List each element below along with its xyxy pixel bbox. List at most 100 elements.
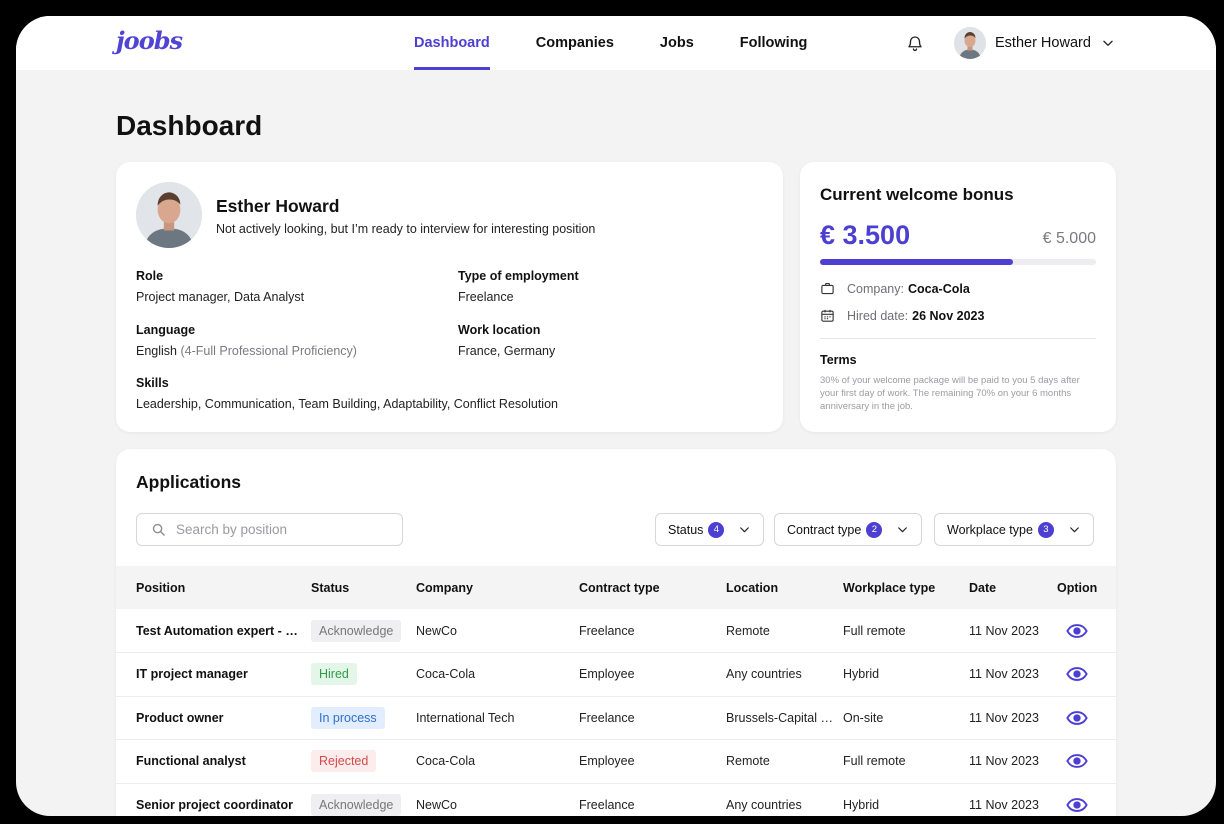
cell-date: 11 Nov 2023 (969, 783, 1057, 816)
cell-position[interactable]: Senior project coordinator (116, 783, 311, 816)
col-position[interactable]: Position (116, 566, 311, 609)
location-label: Work location (458, 323, 541, 337)
app-logo[interactable]: joobs (116, 26, 183, 55)
bonus-title: Current welcome bonus (820, 185, 1014, 204)
cell-contract: Freelance (579, 609, 726, 653)
status-badge: Acknowledge (311, 619, 402, 642)
eye-icon[interactable] (1066, 710, 1088, 726)
role-label: Role (136, 269, 164, 283)
cell-workplace: Full remote (843, 609, 969, 653)
table-row[interactable]: Test Automation expert - Freelance Ackno… (116, 609, 1116, 653)
nav-companies[interactable]: Companies (536, 16, 614, 70)
page-title: Dashboard (116, 110, 263, 141)
cell-company: NewCo (416, 783, 579, 816)
table-row[interactable]: Product owner In process International T… (116, 696, 1116, 740)
cell-date: 11 Nov 2023 (969, 696, 1057, 740)
skills-label: Skills (136, 376, 169, 390)
workplace-type-filter[interactable]: Workplace type 3 (934, 513, 1094, 546)
table-row[interactable]: Functional analyst Rejected Coca-Cola Em… (116, 739, 1116, 784)
cell-contract: Freelance (579, 783, 726, 816)
eye-icon[interactable] (1066, 753, 1088, 769)
contract-filter-count: 2 (866, 521, 883, 538)
cell-status: Acknowledge (311, 783, 416, 816)
cell-contract: Employee (579, 652, 726, 697)
language-value: English (136, 344, 177, 358)
chevron-down-icon (1070, 527, 1079, 533)
table-row[interactable]: Senior project coordinator Acknowledge N… (116, 783, 1116, 816)
status-filter-count: 4 (708, 521, 725, 538)
bonus-hired-label: Hired date: (847, 308, 909, 323)
cell-company: Coca-Cola (416, 739, 579, 784)
bonus-company-label: Company: (847, 281, 904, 296)
cell-workplace: Full remote (843, 739, 969, 784)
search-box (136, 513, 403, 546)
status-filter[interactable]: Status 4 (655, 513, 765, 546)
bonus-divider (820, 338, 1096, 339)
col-status[interactable]: Status (311, 566, 416, 609)
briefcase-icon (821, 282, 834, 295)
col-date[interactable]: Date (969, 566, 1057, 609)
cell-position[interactable]: Product owner (116, 696, 311, 740)
search-input[interactable] (176, 522, 386, 537)
bonus-company-row: Company: Coca-Cola (820, 281, 970, 296)
bonus-amount: € 3.500 (820, 220, 911, 250)
eye-icon[interactable] (1066, 666, 1088, 682)
welcome-bonus-card: Current welcome bonus € 3.500 € 5.000 Co… (800, 162, 1116, 432)
cell-company: Coca-Cola (416, 652, 579, 697)
contract-filter-label: Contract type (787, 522, 862, 537)
col-company[interactable]: Company (416, 566, 579, 609)
cell-location: Any countries (726, 652, 843, 697)
cell-position[interactable]: Functional analyst (116, 739, 311, 784)
col-workplace-type[interactable]: Workplace type (843, 566, 969, 609)
cell-option (1057, 652, 1116, 697)
nav-jobs[interactable]: Jobs (660, 16, 694, 70)
terms-text: 30% of your welcome package will be paid… (820, 375, 1080, 412)
skills-value: Leadership, Communication, Team Building… (136, 397, 558, 411)
location-field: Work location France, Germany (458, 323, 555, 358)
contract-type-filter[interactable]: Contract type 2 (774, 513, 923, 546)
status-badge: Rejected (311, 750, 377, 773)
cell-option (1057, 609, 1116, 653)
eye-icon[interactable] (1066, 623, 1088, 639)
user-menu[interactable]: Esther Howard (954, 26, 1115, 60)
status-badge: Acknowledge (311, 793, 402, 816)
bonus-progress-track (820, 259, 1096, 265)
cell-contract: Employee (579, 739, 726, 784)
chevron-down-icon (1103, 40, 1113, 46)
app-screen: joobs Dashboard Companies Jobs Following… (16, 16, 1216, 816)
bonus-hired-date: 26 Nov 2023 (912, 308, 985, 323)
employment-label: Type of employment (458, 269, 579, 283)
cell-location: Any countries (726, 783, 843, 816)
top-bar: joobs Dashboard Companies Jobs Following… (16, 16, 1216, 70)
workplace-filter-count: 3 (1037, 521, 1054, 538)
profile-status: Not actively looking, but I’m ready to i… (216, 222, 596, 236)
language-field: Language English (4-Full Professional Pr… (136, 323, 357, 358)
cell-status: Rejected (311, 739, 416, 784)
col-contract-type[interactable]: Contract type (579, 566, 726, 609)
cell-workplace: On-site (843, 696, 969, 740)
cell-status: In process (311, 696, 416, 740)
cell-position[interactable]: Test Automation expert - Freelance (116, 609, 311, 653)
cell-location: Remote (726, 609, 843, 653)
calendar-icon (821, 309, 834, 322)
nav-dashboard[interactable]: Dashboard (414, 16, 490, 70)
language-label: Language (136, 323, 196, 337)
cell-location: Brussels-Capital Region (726, 696, 843, 740)
cell-status: Hired (311, 652, 416, 697)
eye-icon[interactable] (1066, 797, 1088, 813)
cell-position[interactable]: IT project manager (116, 652, 311, 697)
cell-date: 11 Nov 2023 (969, 652, 1057, 697)
profile-card: Esther Howard Not actively looking, but … (116, 162, 783, 432)
cell-status: Acknowledge (311, 609, 416, 653)
bonus-hired-row: Hired date: 26 Nov 2023 (820, 308, 984, 323)
applications-table: Position Status Company Contract type Lo… (116, 566, 1116, 816)
cell-location: Remote (726, 739, 843, 784)
employment-field: Type of employment Freelance (458, 269, 579, 304)
bell-icon[interactable] (906, 33, 924, 53)
cell-contract: Freelance (579, 696, 726, 740)
table-row[interactable]: IT project manager Hired Coca-Cola Emplo… (116, 652, 1116, 697)
col-location[interactable]: Location (726, 566, 843, 609)
device-frame: joobs Dashboard Companies Jobs Following… (4, 4, 1220, 820)
nav-following[interactable]: Following (740, 16, 808, 70)
language-detail: (4-Full Professional Proficiency) (180, 344, 357, 358)
